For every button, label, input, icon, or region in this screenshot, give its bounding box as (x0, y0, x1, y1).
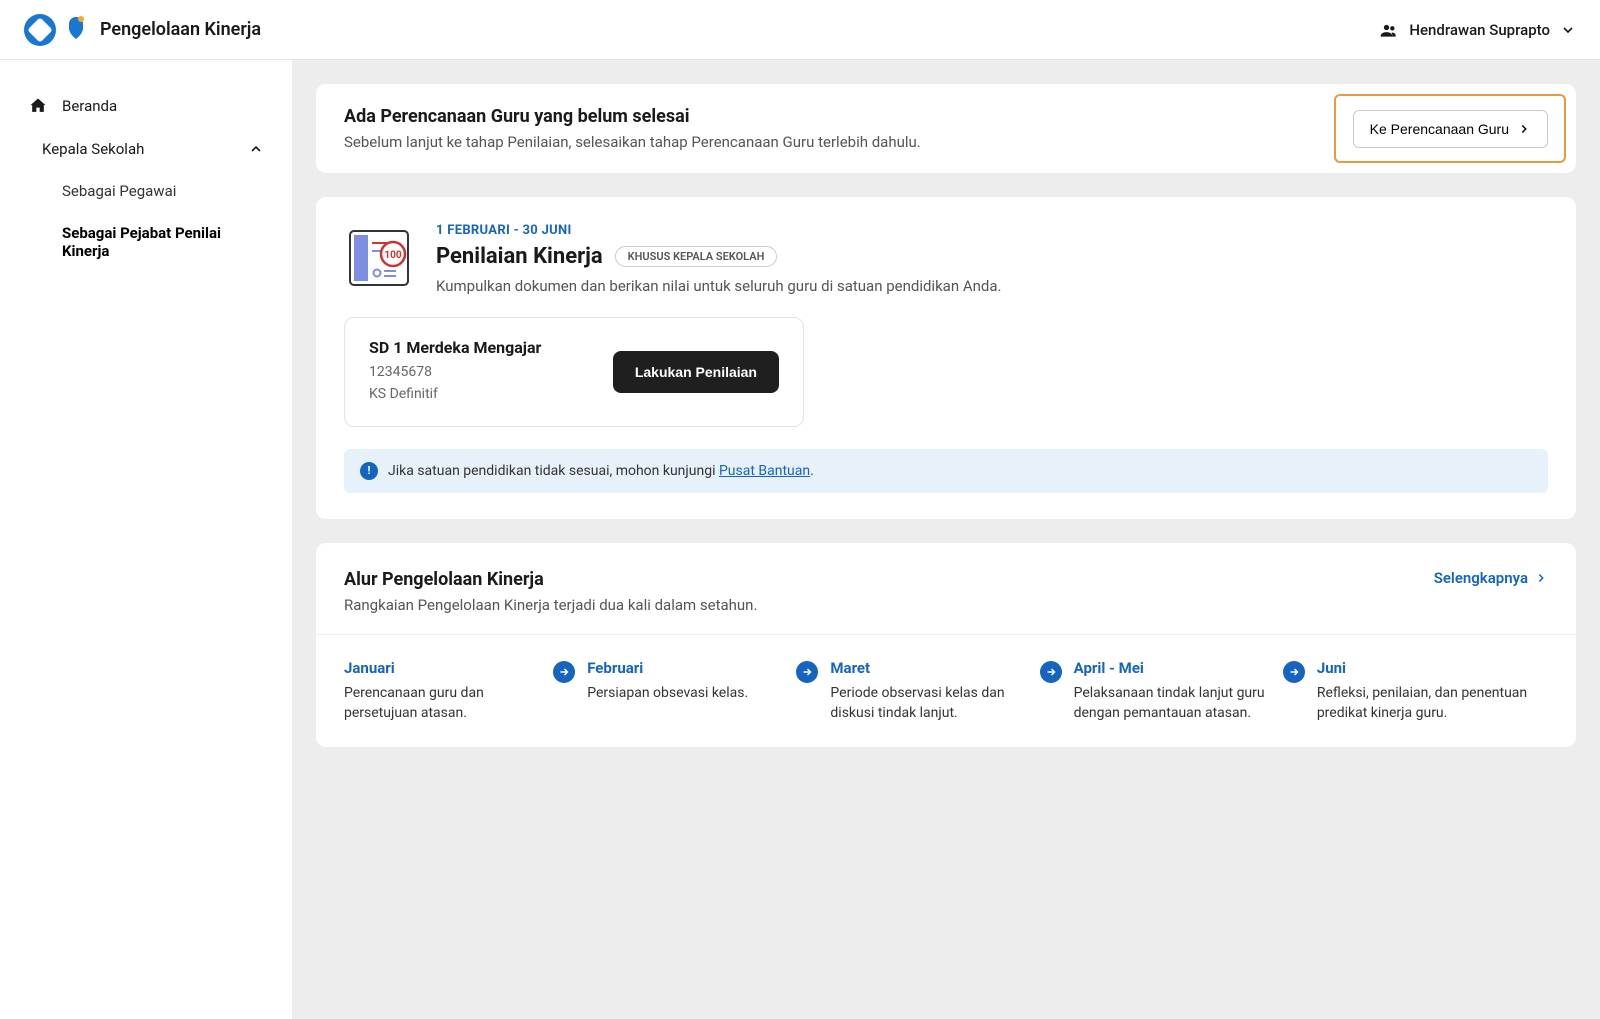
info-box: ! Jika satuan pendidikan tidak sesuai, m… (344, 449, 1548, 493)
timeline-desc: Periode observasi kelas dan diskusi tind… (830, 683, 1025, 724)
nav-sub-sebagai-pejabat[interactable]: Sebagai Pejabat Penilai Kinerja (8, 212, 284, 272)
info-text: Jika satuan pendidikan tidak sesuai, moh… (388, 463, 814, 479)
logo-group (24, 14, 88, 46)
penilaian-title: Penilaian Kinerja (436, 244, 603, 269)
alert-card: Ada Perencanaan Guru yang belum selesai … (316, 84, 1576, 173)
logo-merdeka-icon (64, 14, 88, 46)
main-content: Ada Perencanaan Guru yang belum selesai … (292, 60, 1600, 1019)
svg-text:100: 100 (384, 250, 401, 261)
arrow-right-icon (553, 661, 575, 683)
alur-card: Alur Pengelolaan Kinerja Rangkaian Penge… (316, 543, 1576, 748)
arrow-right-icon (1283, 661, 1305, 683)
info-prefix: Jika satuan pendidikan tidak sesuai, moh… (388, 463, 719, 479)
chevron-right-icon (1534, 571, 1548, 585)
document-score-icon: 100 (344, 223, 414, 293)
timeline-month: Juni (1317, 659, 1548, 677)
school-name: SD 1 Merdeka Mengajar (369, 338, 541, 357)
chevron-down-icon (1560, 22, 1576, 38)
lakukan-penilaian-button[interactable]: Lakukan Penilaian (613, 351, 779, 393)
arrow-right-icon (1040, 661, 1062, 683)
selengkapnya-link[interactable]: Selengkapnya (1434, 569, 1548, 587)
alert-button-label: Ke Perencanaan Guru (1370, 121, 1509, 137)
alert-subtext: Sebelum lanjut ke tahap Penilaian, seles… (344, 133, 1353, 151)
nav-beranda[interactable]: Beranda (8, 84, 284, 128)
timeline-month: April - Mei (1074, 659, 1269, 677)
timeline-desc: Perencanaan guru dan persetujuan atasan. (344, 683, 539, 724)
alur-subtext: Rangkaian Pengelolaan Kinerja terjadi du… (344, 596, 757, 614)
school-box: SD 1 Merdeka Mengajar 12345678 KS Defini… (344, 317, 804, 427)
timeline-month: Maret (830, 659, 1025, 677)
user-menu[interactable]: Hendrawan Suprapto (1379, 20, 1576, 40)
timeline-item: Januari Perencanaan guru dan persetujuan… (344, 659, 587, 724)
penilaian-card: 100 1 FEBRUARI - 30 JUNI Penilaian Kiner… (316, 197, 1576, 519)
arrow-right-icon (796, 661, 818, 683)
alur-title: Alur Pengelolaan Kinerja (344, 569, 757, 590)
timeline-item: Juni Refleksi, penilaian, dan penentuan … (1317, 659, 1548, 724)
user-group-icon (1379, 20, 1399, 40)
timeline-item: Februari Persiapan obsevasi kelas. (587, 659, 830, 724)
timeline: Januari Perencanaan guru dan persetujuan… (316, 634, 1576, 748)
timeline-month: Januari (344, 659, 539, 677)
chevron-up-icon (248, 141, 264, 157)
app-title: Pengelolaan Kinerja (100, 19, 261, 40)
role-badge: KHUSUS KEPALA SEKOLAH (615, 246, 778, 267)
timeline-desc: Pelaksanaan tindak lanjut guru dengan pe… (1074, 683, 1269, 724)
chevron-right-icon (1517, 122, 1531, 136)
timeline-item: Maret Periode observasi kelas dan diskus… (830, 659, 1073, 724)
home-icon (28, 96, 48, 116)
date-range: 1 FEBRUARI - 30 JUNI (436, 223, 1002, 238)
info-suffix: . (810, 463, 814, 479)
school-id: 12345678 (369, 361, 541, 383)
username-label: Hendrawan Suprapto (1409, 21, 1550, 39)
timeline-desc: Persiapan obsevasi kelas. (587, 683, 782, 703)
app-header: Pengelolaan Kinerja Hendrawan Suprapto (0, 0, 1600, 60)
sidebar: Beranda Kepala Sekolah Sebagai Pegawai S… (0, 60, 292, 1019)
logo-kemendikbud-icon (24, 14, 56, 46)
pusat-bantuan-link[interactable]: Pusat Bantuan (719, 463, 810, 479)
header-left: Pengelolaan Kinerja (24, 14, 261, 46)
timeline-desc: Refleksi, penilaian, dan penentuan predi… (1317, 683, 1548, 724)
alert-title: Ada Perencanaan Guru yang belum selesai (344, 106, 1353, 127)
nav-group-label: Kepala Sekolah (42, 140, 144, 158)
selengkapnya-label: Selengkapnya (1434, 569, 1528, 587)
school-role: KS Definitif (369, 383, 541, 405)
nav-beranda-label: Beranda (62, 97, 117, 115)
info-icon: ! (360, 462, 378, 480)
goto-perencanaan-button[interactable]: Ke Perencanaan Guru (1353, 110, 1548, 148)
penilaian-subtext: Kumpulkan dokumen dan berikan nilai untu… (436, 277, 1002, 295)
nav-group-kepala-sekolah[interactable]: Kepala Sekolah (8, 128, 284, 170)
timeline-item: April - Mei Pelaksanaan tindak lanjut gu… (1074, 659, 1317, 724)
nav-sub-sebagai-pegawai[interactable]: Sebagai Pegawai (8, 170, 284, 212)
timeline-month: Februari (587, 659, 782, 677)
